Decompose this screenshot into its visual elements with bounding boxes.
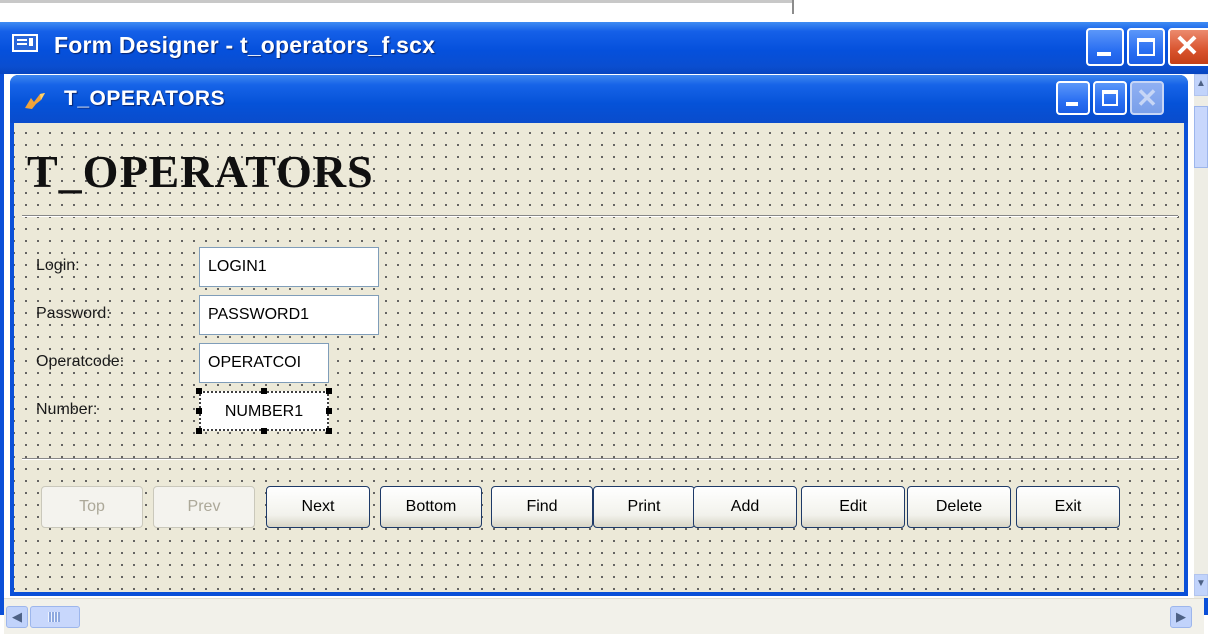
form-minimize-icon bbox=[1066, 102, 1078, 106]
number-field[interactable]: NUMBER1 bbox=[199, 391, 329, 431]
top-divider bbox=[22, 215, 1178, 217]
maximize-icon bbox=[1137, 38, 1155, 56]
print-button[interactable]: Print bbox=[593, 486, 695, 528]
scroll-right-icon[interactable]: ▶ bbox=[1170, 606, 1192, 628]
selection-handle[interactable] bbox=[326, 428, 332, 434]
selection-handle[interactable] bbox=[326, 408, 332, 414]
add-button[interactable]: Add bbox=[693, 486, 797, 528]
form-heading: T_OPERATORS bbox=[27, 146, 374, 197]
selection-handle[interactable] bbox=[261, 428, 267, 434]
minimize-button[interactable] bbox=[1086, 28, 1124, 66]
form-close-icon: ✕ bbox=[1136, 83, 1158, 113]
form-canvas[interactable]: T_OPERATORS Login: LOGIN1 Password: PASS… bbox=[14, 123, 1184, 592]
foxpro-icon bbox=[25, 93, 45, 109]
selection-handle[interactable] bbox=[261, 388, 267, 394]
maximize-button[interactable] bbox=[1127, 28, 1165, 66]
form-close-button: ✕ bbox=[1130, 81, 1164, 115]
vertical-scroll-thumb[interactable] bbox=[1194, 106, 1208, 168]
form-designer-title: Form Designer - t_operators_f.scx bbox=[54, 32, 436, 58]
form-designer-titlebar[interactable]: Form Designer - t_operators_f.scx ✕ bbox=[0, 22, 1208, 74]
horizontal-scrollbar[interactable]: ◀ ▶ bbox=[4, 598, 1204, 634]
desktop-strip bbox=[0, 0, 1208, 22]
horizontal-scroll-thumb[interactable] bbox=[30, 606, 80, 628]
selection-handle[interactable] bbox=[196, 388, 202, 394]
scroll-down-icon[interactable]: ▼ bbox=[1194, 574, 1208, 596]
edit-button[interactable]: Edit bbox=[801, 486, 905, 528]
vertical-scrollbar[interactable]: ▲ ▼ bbox=[1194, 74, 1208, 598]
scroll-left-icon[interactable]: ◀ bbox=[6, 606, 28, 628]
form-designer-icon bbox=[12, 34, 38, 52]
prev-button[interactable]: Prev bbox=[153, 486, 255, 528]
form-window-title: T_OPERATORS bbox=[64, 87, 226, 110]
selection-handle[interactable] bbox=[196, 428, 202, 434]
bottom-button[interactable]: Bottom bbox=[380, 486, 482, 528]
form-designer-window: Form Designer - t_operators_f.scx ✕ ▲ ▼ … bbox=[0, 22, 1208, 634]
selection-handle[interactable] bbox=[196, 408, 202, 414]
desktop-line bbox=[0, 0, 792, 3]
form-minimize-button[interactable] bbox=[1056, 81, 1090, 115]
close-button[interactable]: ✕ bbox=[1168, 28, 1208, 66]
exit-button[interactable]: Exit bbox=[1016, 486, 1120, 528]
bottom-divider bbox=[22, 458, 1178, 460]
login-label: Login: bbox=[36, 257, 80, 274]
selection-handle[interactable] bbox=[326, 388, 332, 394]
form-window: T_OPERATORS ✕ T_OPERATORS Login: LOGIN1 … bbox=[10, 75, 1188, 596]
close-icon: ✕ bbox=[1174, 30, 1200, 63]
operatcode-label: Operatcode: bbox=[36, 353, 125, 370]
login-field[interactable]: LOGIN1 bbox=[199, 247, 379, 287]
find-button[interactable]: Find bbox=[491, 486, 593, 528]
form-window-titlebar[interactable]: T_OPERATORS ✕ bbox=[10, 75, 1188, 123]
scroll-up-icon[interactable]: ▲ bbox=[1194, 74, 1208, 96]
password-label: Password: bbox=[36, 305, 111, 322]
operatcode-field[interactable]: OPERATCOI bbox=[199, 343, 329, 383]
top-button[interactable]: Top bbox=[41, 486, 143, 528]
password-field[interactable]: PASSWORD1 bbox=[199, 295, 379, 335]
delete-button[interactable]: Delete bbox=[907, 486, 1011, 528]
form-maximize-icon bbox=[1102, 90, 1118, 106]
desktop-tick bbox=[792, 0, 794, 14]
next-button[interactable]: Next bbox=[266, 486, 370, 528]
minimize-icon bbox=[1097, 52, 1111, 56]
form-maximize-button[interactable] bbox=[1093, 81, 1127, 115]
number-label: Number: bbox=[36, 401, 98, 418]
